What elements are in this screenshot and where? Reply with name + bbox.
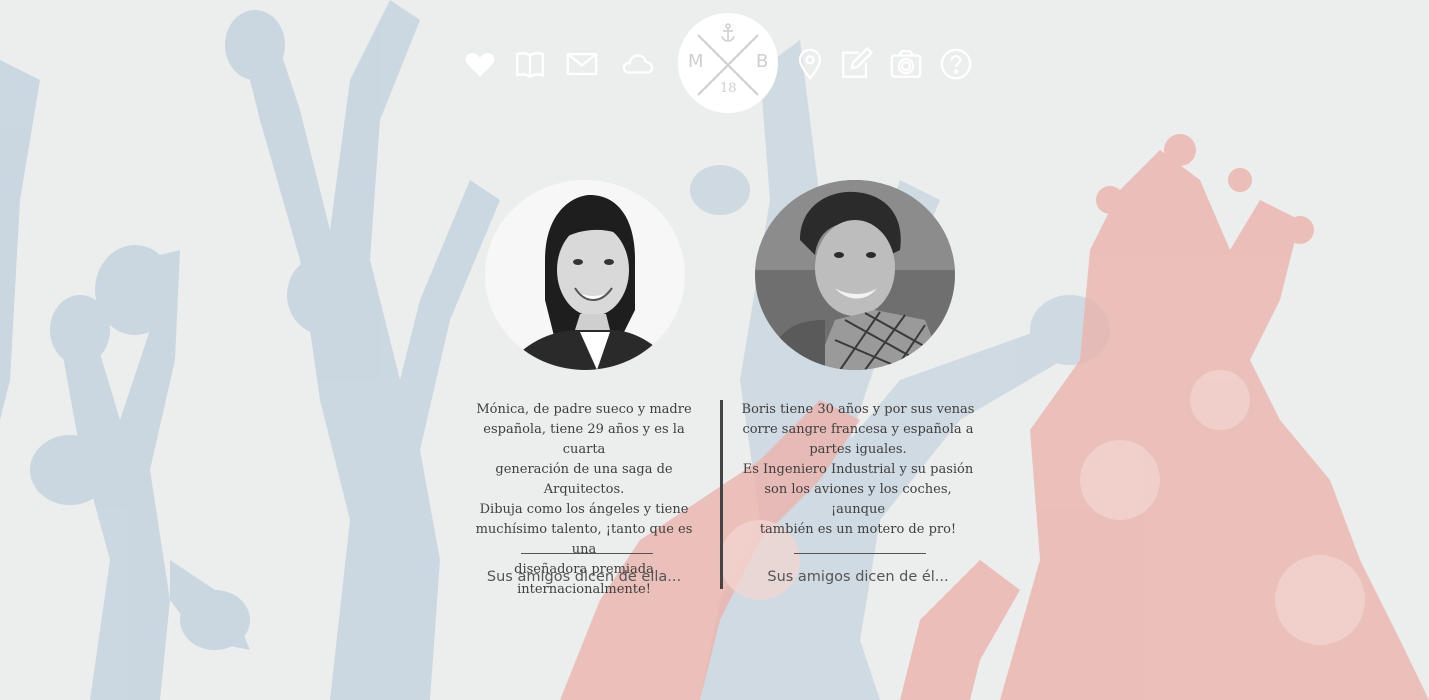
- boris-portrait: [755, 180, 955, 370]
- center-divider: [720, 400, 723, 589]
- heart-icon[interactable]: [460, 44, 500, 84]
- logo-badge[interactable]: M B 18: [678, 13, 778, 113]
- logo-letter-left: M: [688, 51, 704, 72]
- anchor-icon: [721, 23, 735, 42]
- logo-letter-right: B: [756, 51, 769, 72]
- edit-icon[interactable]: [836, 44, 876, 84]
- envelope-icon[interactable]: [562, 44, 602, 84]
- top-navigation: M B 18: [0, 0, 1429, 130]
- left-separator-line: [521, 553, 653, 554]
- right-friends-link[interactable]: Sus amigos dicen de él...: [740, 569, 976, 585]
- cloud-icon[interactable]: [618, 44, 658, 84]
- boris-bio: Boris tiene 30 años y por sus venas corr…: [741, 402, 975, 537]
- camera-icon[interactable]: [886, 44, 926, 84]
- question-icon[interactable]: [936, 44, 976, 84]
- left-friends-link[interactable]: Sus amigos dicen de ella...: [466, 569, 702, 585]
- right-separator-line: [794, 553, 926, 554]
- logo-number: 18: [720, 81, 737, 96]
- book-icon[interactable]: [510, 44, 550, 84]
- monica-portrait: [485, 180, 685, 370]
- location-pin-icon[interactable]: [790, 44, 830, 84]
